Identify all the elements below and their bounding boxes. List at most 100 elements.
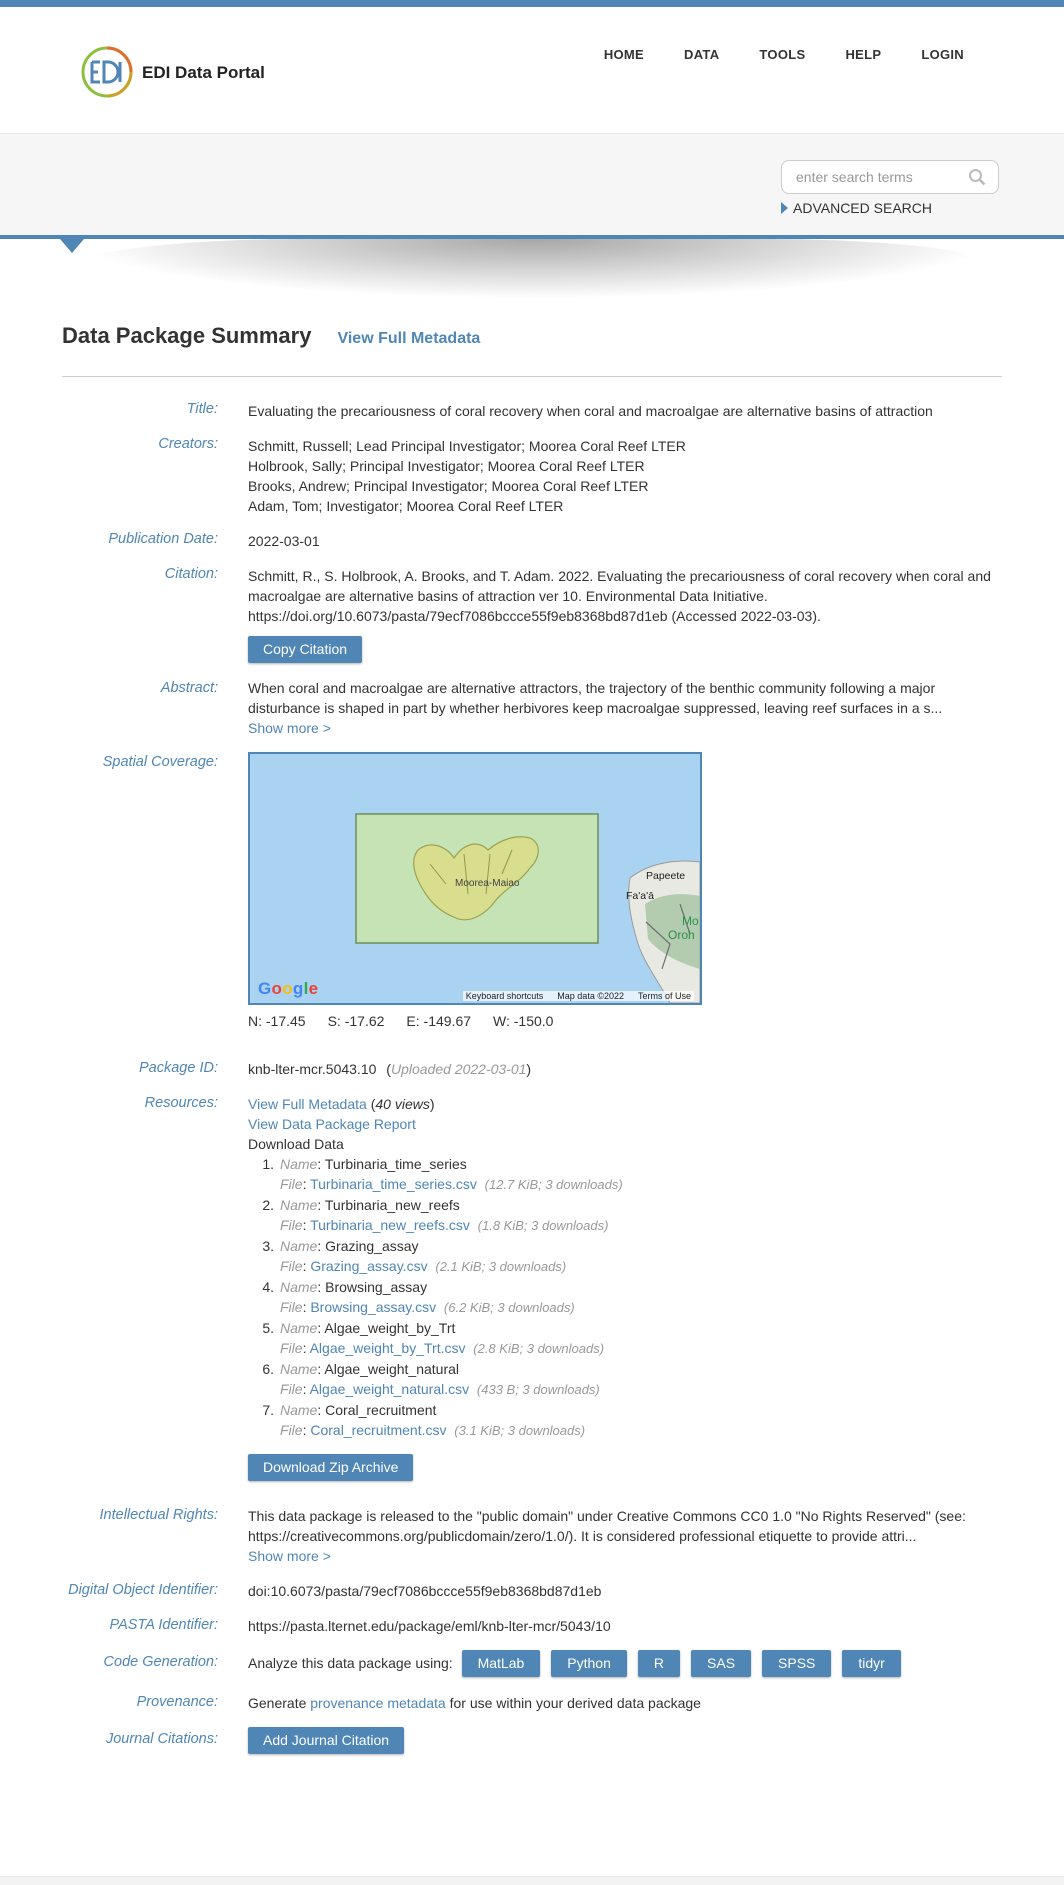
nav-data[interactable]: DATA: [664, 47, 739, 62]
rights-show-more[interactable]: Show more >: [248, 1548, 331, 1564]
advanced-search-link[interactable]: ADVANCED SEARCH: [781, 200, 932, 216]
file-number: 1.: [262, 1156, 274, 1172]
file-download-link[interactable]: Algae_weight_by_Trt.csv: [310, 1340, 466, 1356]
uploaded-date: Uploaded 2022-03-01: [390, 1061, 527, 1077]
codegen-row: Analyze this data package using: MatLab …: [248, 1650, 1008, 1677]
journal-wrap: Add Journal Citation: [248, 1727, 1008, 1754]
add-journal-citation-button[interactable]: Add Journal Citation: [248, 1727, 405, 1754]
map-data-label: Map data ©2022: [557, 991, 624, 1001]
file-download-link[interactable]: Coral_recruitment.csv: [310, 1422, 446, 1438]
file-link-row: File: Algae_weight_by_Trt.csv (2.8 KiB; …: [280, 1340, 605, 1356]
file-entity-name: Browsing_assay: [325, 1279, 428, 1295]
coord-west: W: -150.0: [493, 1013, 554, 1029]
abstract-text: When coral and macroalgae are alternativ…: [248, 678, 1008, 738]
spss-button[interactable]: SPSS: [762, 1650, 832, 1677]
file-link-row: File: Browsing_assay.csv (6.2 KiB; 3 dow…: [280, 1299, 575, 1315]
file-meta: (6.2 KiB; 3 downloads): [443, 1300, 575, 1315]
python-button[interactable]: Python: [551, 1650, 627, 1677]
name-label: Name: [280, 1238, 318, 1254]
file-number: 7.: [262, 1402, 274, 1418]
doi-value: doi:10.6073/pasta/79ecf7086bccce55f9eb83…: [248, 1583, 602, 1599]
resources-label: Resources:: [144, 1095, 218, 1111]
resources-block: View Full Metadata (40 views) View Data …: [248, 1094, 1008, 1441]
abstract-show-more[interactable]: Show more >: [248, 720, 331, 736]
file-name-row: 4. Name: Browsing_assay: [248, 1277, 1008, 1297]
file-label: File: [280, 1258, 303, 1274]
nav-home[interactable]: HOME: [584, 47, 664, 62]
creator: Schmitt, Russell; Lead Principal Investi…: [248, 438, 686, 454]
download-zip-button[interactable]: Download Zip Archive: [248, 1454, 414, 1481]
r-button[interactable]: R: [637, 1650, 681, 1677]
abstract-line: disturbance is shaped in part by whether…: [248, 700, 943, 716]
site-header: EDI Data Portal HOME DATA TOOLS HELP LOG…: [0, 7, 1064, 133]
codegen-label: Code Generation:: [103, 1654, 218, 1670]
file-number: 3.: [262, 1238, 274, 1254]
summary-header: Data Package Summary View Full Metadata: [62, 323, 480, 349]
pointer-arrow: [60, 239, 84, 253]
sas-button[interactable]: SAS: [691, 1650, 752, 1677]
coordinates: N: -17.45 S: -17.62 E: -149.67 W: -150.0: [248, 1013, 553, 1029]
brand-name[interactable]: EDI Data Portal: [142, 63, 265, 83]
name-label: Name: [280, 1197, 318, 1213]
keyboard-shortcuts-link[interactable]: Keyboard shortcuts: [466, 991, 544, 1001]
nav-login[interactable]: LOGIN: [901, 47, 984, 62]
package-id-value: knb-lter-mcr.5043.10: [248, 1061, 377, 1077]
view-data-package-report[interactable]: View Data Package Report: [248, 1116, 416, 1132]
codegen-prefix: Analyze this data package using:: [248, 1655, 453, 1671]
matlab-button[interactable]: MatLab: [461, 1650, 541, 1677]
journal-citations-label: Journal Citations:: [105, 1731, 218, 1747]
file-label: File: [280, 1217, 303, 1233]
copy-citation-button[interactable]: Copy Citation: [248, 636, 363, 663]
spatial-coverage-map[interactable]: Moorea-Maiao Papeete Fa'a'ā Mo Oroh Goog…: [248, 752, 702, 1005]
file-number: 2.: [262, 1197, 274, 1213]
file-download-link[interactable]: Browsing_assay.csv: [310, 1299, 436, 1315]
name-label: Name: [280, 1279, 318, 1295]
creator: Adam, Tom; Investigator; Moorea Coral Re…: [248, 498, 564, 514]
provenance-row: Generate provenance metadata for use wit…: [248, 1693, 1008, 1713]
file-link-row: File: Grazing_assay.csv (2.1 KiB; 3 down…: [280, 1258, 567, 1274]
file-download-link[interactable]: Turbinaria_time_series.csv: [310, 1176, 477, 1192]
search-input[interactable]: [796, 169, 956, 185]
nav-tools[interactable]: TOOLS: [739, 47, 825, 62]
file-download-link[interactable]: Grazing_assay.csv: [310, 1258, 427, 1274]
pasta-label: PASTA Identifier:: [109, 1617, 218, 1633]
file-entity-name: Algae_weight_by_Trt: [324, 1320, 456, 1336]
file-download-link[interactable]: Turbinaria_new_reefs.csv: [310, 1217, 470, 1233]
rights-text: This data package is released to the "pu…: [248, 1506, 1008, 1566]
citation-line: macroalgae are alternative basins of att…: [248, 588, 768, 604]
file-name-row: 2. Name: Turbinaria_new_reefs: [248, 1195, 1008, 1215]
tidyr-button[interactable]: tidyr: [842, 1650, 901, 1677]
spatial-coverage-label: Spatial Coverage:: [102, 754, 218, 770]
package-id-row: knb-lter-mcr.5043.10 (Uploaded 2022-03-0…: [248, 1059, 1008, 1079]
creator: Holbrook, Sally; Principal Investigator;…: [248, 458, 645, 474]
provenance-metadata-link[interactable]: provenance metadata: [310, 1695, 445, 1711]
file-meta: (2.1 KiB; 3 downloads): [435, 1259, 567, 1274]
papeete-label: Papeete: [646, 870, 686, 882]
advanced-search-label: ADVANCED SEARCH: [793, 200, 932, 216]
page-title: Data Package Summary: [62, 323, 312, 348]
codegen-buttons: MatLab Python R SAS SPSS tidyr: [461, 1650, 901, 1677]
citation-label: Citation:: [164, 566, 218, 582]
view-full-metadata-link[interactable]: View Full Metadata: [337, 330, 480, 348]
file-number: 4.: [262, 1279, 274, 1295]
file-list: 1. Name: Turbinaria_time_series File: Turb…: [248, 1154, 1008, 1441]
terms-of-use-link[interactable]: Terms of Use: [638, 991, 691, 1001]
resources-view-full-metadata[interactable]: View Full Metadata: [248, 1096, 367, 1112]
paren-close: ): [526, 1061, 532, 1077]
decorative-shadow: [70, 239, 1000, 299]
nav-help[interactable]: HELP: [825, 47, 901, 62]
search-icon[interactable]: [968, 168, 986, 186]
file-name-row: 1. Name: Turbinaria_time_series: [248, 1154, 1008, 1174]
title-label: Title:: [186, 401, 218, 417]
file-name-row: 3. Name: Grazing_assay: [248, 1236, 1008, 1256]
file-number: 6.: [262, 1361, 274, 1377]
file-label: File: [280, 1176, 303, 1192]
zip-wrap: Download Zip Archive: [248, 1454, 1008, 1481]
pasta-value: https://pasta.lternet.edu/package/eml/kn…: [248, 1618, 611, 1634]
file-download-link[interactable]: Algae_weight_natural.csv: [310, 1381, 470, 1397]
file-entity-name: Turbinaria_time_series: [324, 1156, 467, 1172]
abstract-label: Abstract:: [160, 680, 218, 696]
file-name-row: 6. Name: Algae_weight_natural: [248, 1359, 1008, 1379]
rights-line: https://creativecommons.org/publicdomain…: [248, 1528, 917, 1544]
edi-logo[interactable]: [80, 45, 134, 99]
